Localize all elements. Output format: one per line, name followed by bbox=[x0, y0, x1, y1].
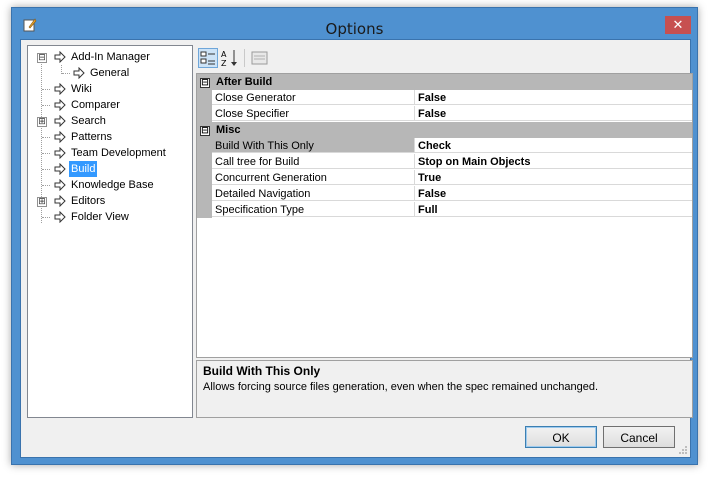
property-row-selected[interactable]: Build With This Only Check bbox=[197, 138, 692, 154]
property-row[interactable]: Close Generator False bbox=[197, 90, 692, 106]
property-row[interactable]: Call tree for Build Stop on Main Objects bbox=[197, 154, 692, 170]
property-row[interactable]: Specification Type Full bbox=[197, 202, 692, 218]
arrow-icon bbox=[73, 67, 85, 79]
alphabetical-button[interactable]: A Z bbox=[220, 48, 240, 68]
arrow-icon bbox=[54, 179, 66, 191]
property-value[interactable]: Check bbox=[415, 138, 692, 153]
category-after-build[interactable]: ⊟ After Build bbox=[197, 74, 692, 90]
resize-grip-icon[interactable] bbox=[678, 445, 688, 455]
options-window: Options ✕ ⊟ Add-In Manager General Wiki … bbox=[11, 7, 698, 465]
arrow-icon bbox=[54, 99, 66, 111]
arrow-icon bbox=[54, 51, 66, 63]
window-title: Options bbox=[325, 20, 384, 38]
category-label: After Build bbox=[216, 76, 273, 88]
tree-item-label: Patterns bbox=[71, 131, 112, 143]
categorized-icon bbox=[200, 51, 215, 65]
options-tree[interactable]: ⊟ Add-In Manager General Wiki Comparer ⊞… bbox=[27, 45, 193, 418]
tree-item-knowledge-base[interactable]: Knowledge Base bbox=[28, 177, 190, 193]
property-name: Call tree for Build bbox=[212, 154, 415, 169]
tree-item-label: Team Development bbox=[71, 147, 166, 159]
tree-item-label: Folder View bbox=[71, 211, 129, 223]
ok-button[interactable]: OK bbox=[525, 426, 597, 448]
close-icon: ✕ bbox=[672, 17, 684, 32]
property-value[interactable]: True bbox=[415, 170, 692, 185]
tree-item-label: Add-In Manager bbox=[71, 51, 150, 63]
help-description: Allows forcing source files generation, … bbox=[203, 381, 599, 393]
arrow-icon bbox=[54, 163, 66, 175]
property-value[interactable]: False bbox=[415, 186, 692, 201]
tree-item-label: Knowledge Base bbox=[71, 179, 154, 191]
property-name: Build With This Only bbox=[212, 138, 415, 153]
property-name: Close Generator bbox=[212, 90, 415, 105]
tree-item-general[interactable]: General bbox=[28, 65, 190, 81]
tree-item-label: General bbox=[90, 67, 130, 79]
property-value[interactable]: Stop on Main Objects bbox=[415, 154, 692, 169]
toolbar-separator bbox=[244, 49, 245, 67]
property-pages-icon bbox=[251, 51, 268, 65]
title-bar[interactable]: Options ✕ bbox=[12, 8, 697, 38]
arrow-icon bbox=[54, 131, 66, 143]
tree-item-build[interactable]: Build bbox=[28, 161, 190, 177]
collapse-icon[interactable]: ⊟ bbox=[37, 53, 47, 63]
property-value[interactable]: False bbox=[415, 90, 692, 105]
expand-icon[interactable]: ⊞ bbox=[37, 117, 47, 127]
tree-item-wiki[interactable]: Wiki bbox=[28, 81, 190, 97]
tree-item-label: Comparer bbox=[71, 99, 120, 111]
help-title: Build With This Only bbox=[203, 364, 321, 378]
dialog-client-area: ⊟ Add-In Manager General Wiki Comparer ⊞… bbox=[20, 39, 693, 458]
arrow-icon bbox=[54, 211, 66, 223]
tree-item-label: Search bbox=[71, 115, 106, 127]
expand-icon[interactable]: ⊞ bbox=[37, 197, 47, 207]
sort-alphabetical-icon: A Z bbox=[221, 50, 237, 68]
property-name: Detailed Navigation bbox=[212, 186, 415, 201]
tree-item-folder-view[interactable]: Folder View bbox=[28, 209, 190, 225]
tree-item-label: Editors bbox=[71, 195, 106, 207]
arrow-icon bbox=[54, 147, 66, 159]
collapse-icon[interactable]: ⊟ bbox=[200, 78, 210, 88]
category-misc[interactable]: ⊟ Misc bbox=[197, 122, 692, 138]
property-grid-toolbar: A Z bbox=[196, 45, 691, 71]
tree-item-team-development[interactable]: Team Development bbox=[28, 145, 190, 161]
arrow-icon bbox=[54, 115, 66, 127]
category-label: Misc bbox=[216, 124, 241, 136]
collapse-icon[interactable]: ⊟ bbox=[200, 126, 210, 136]
tree-item-label: Wiki bbox=[71, 83, 92, 95]
tree-item-add-in-manager[interactable]: ⊟ Add-In Manager bbox=[28, 49, 190, 65]
property-help-pane: Build With This Only Allows forcing sour… bbox=[196, 360, 693, 418]
tree-item-comparer[interactable]: Comparer bbox=[28, 97, 190, 113]
property-row[interactable]: Detailed Navigation False bbox=[197, 186, 692, 202]
property-name: Specification Type bbox=[212, 202, 415, 217]
property-row[interactable]: Concurrent Generation True bbox=[197, 170, 692, 186]
svg-text:Z: Z bbox=[221, 59, 227, 68]
property-name: Close Specifier bbox=[212, 106, 415, 121]
arrow-icon bbox=[54, 195, 66, 207]
tree-item-patterns[interactable]: Patterns bbox=[28, 129, 190, 145]
categorized-button[interactable] bbox=[198, 48, 218, 68]
property-value[interactable]: Full bbox=[415, 202, 692, 217]
property-pages-button[interactable] bbox=[250, 48, 270, 68]
close-button[interactable]: ✕ bbox=[665, 16, 691, 34]
property-grid[interactable]: ⊟ After Build Close Generator False Clos… bbox=[196, 73, 693, 358]
tree-item-search[interactable]: ⊞ Search bbox=[28, 113, 190, 129]
property-name: Concurrent Generation bbox=[212, 170, 415, 185]
tree-item-label: Build bbox=[69, 161, 98, 177]
cancel-button[interactable]: Cancel bbox=[603, 426, 675, 448]
svg-text:A: A bbox=[221, 50, 227, 59]
tree-item-editors[interactable]: ⊞ Editors bbox=[28, 193, 190, 209]
property-row[interactable]: Close Specifier False bbox=[197, 106, 692, 122]
property-value[interactable]: False bbox=[415, 106, 692, 121]
arrow-icon bbox=[54, 83, 66, 95]
